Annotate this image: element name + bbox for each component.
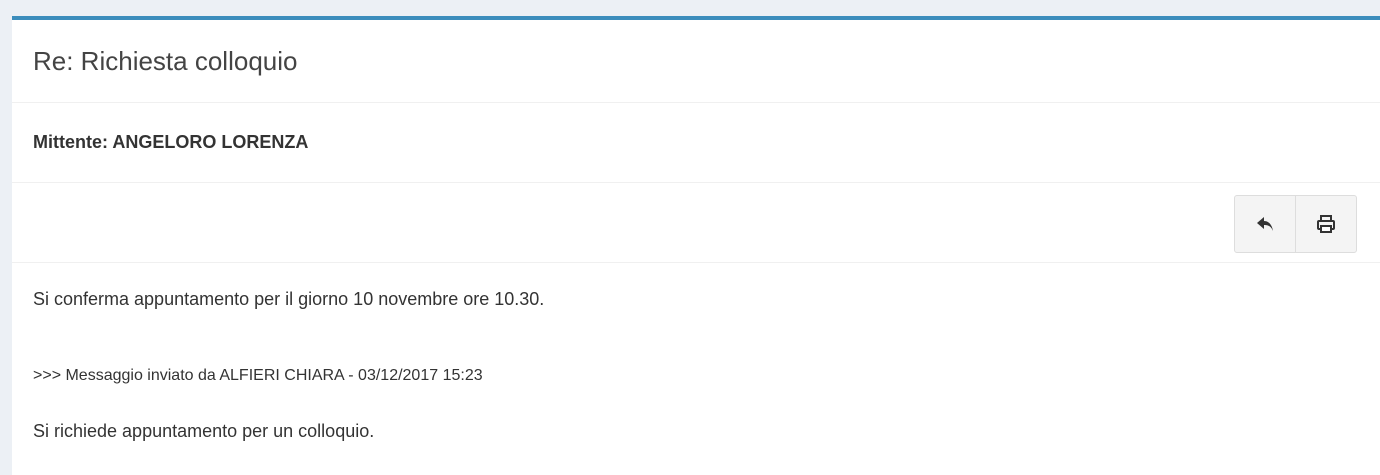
box-header: Re: Richiesta colloquio	[12, 20, 1380, 103]
message-title: Re: Richiesta colloquio	[33, 45, 298, 76]
print-icon	[1316, 214, 1336, 234]
message-text: Si conferma appuntamento per il giorno 1…	[33, 289, 545, 309]
print-button[interactable]	[1295, 195, 1357, 253]
message-box: Re: Richiesta colloquio Mittente: ANGELO…	[12, 16, 1380, 475]
message-toolbar	[12, 183, 1380, 263]
reply-button[interactable]	[1234, 195, 1296, 253]
sender-row: Mittente: ANGELORO LORENZA	[12, 103, 1380, 183]
action-button-group	[1234, 195, 1357, 253]
quote-header: >>> Messaggio inviato da ALFIERI CHIARA …	[33, 367, 483, 384]
quote-text: Si richiede appuntamento per un colloqui…	[33, 421, 375, 441]
reply-icon	[1255, 215, 1275, 233]
sender-label: Mittente: ANGELORO LORENZA	[33, 132, 309, 152]
